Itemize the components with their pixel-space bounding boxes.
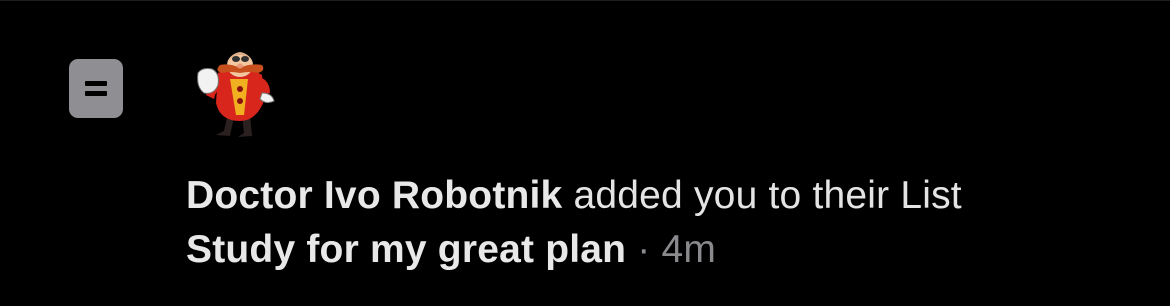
avatar[interactable] [190, 43, 290, 139]
list-icon-line [85, 91, 107, 96]
list-added-notification[interactable]: Doctor Ivo Robotnik added you to their L… [0, 0, 1170, 306]
list-icon-line [85, 81, 107, 86]
separator-dot: · [626, 228, 662, 271]
actor-name[interactable]: Doctor Ivo Robotnik [186, 174, 562, 217]
notification-line-1: Doctor Ivo Robotnik added you to their L… [186, 169, 1156, 223]
timestamp: 4m [661, 228, 717, 271]
notification-message: Doctor Ivo Robotnik added you to their L… [186, 169, 1156, 277]
action-text: added you to their List [562, 174, 962, 217]
list-icon [69, 59, 123, 118]
notification-line-2: Study for my great plan · 4m [186, 223, 1156, 277]
list-name[interactable]: Study for my great plan [186, 228, 626, 271]
